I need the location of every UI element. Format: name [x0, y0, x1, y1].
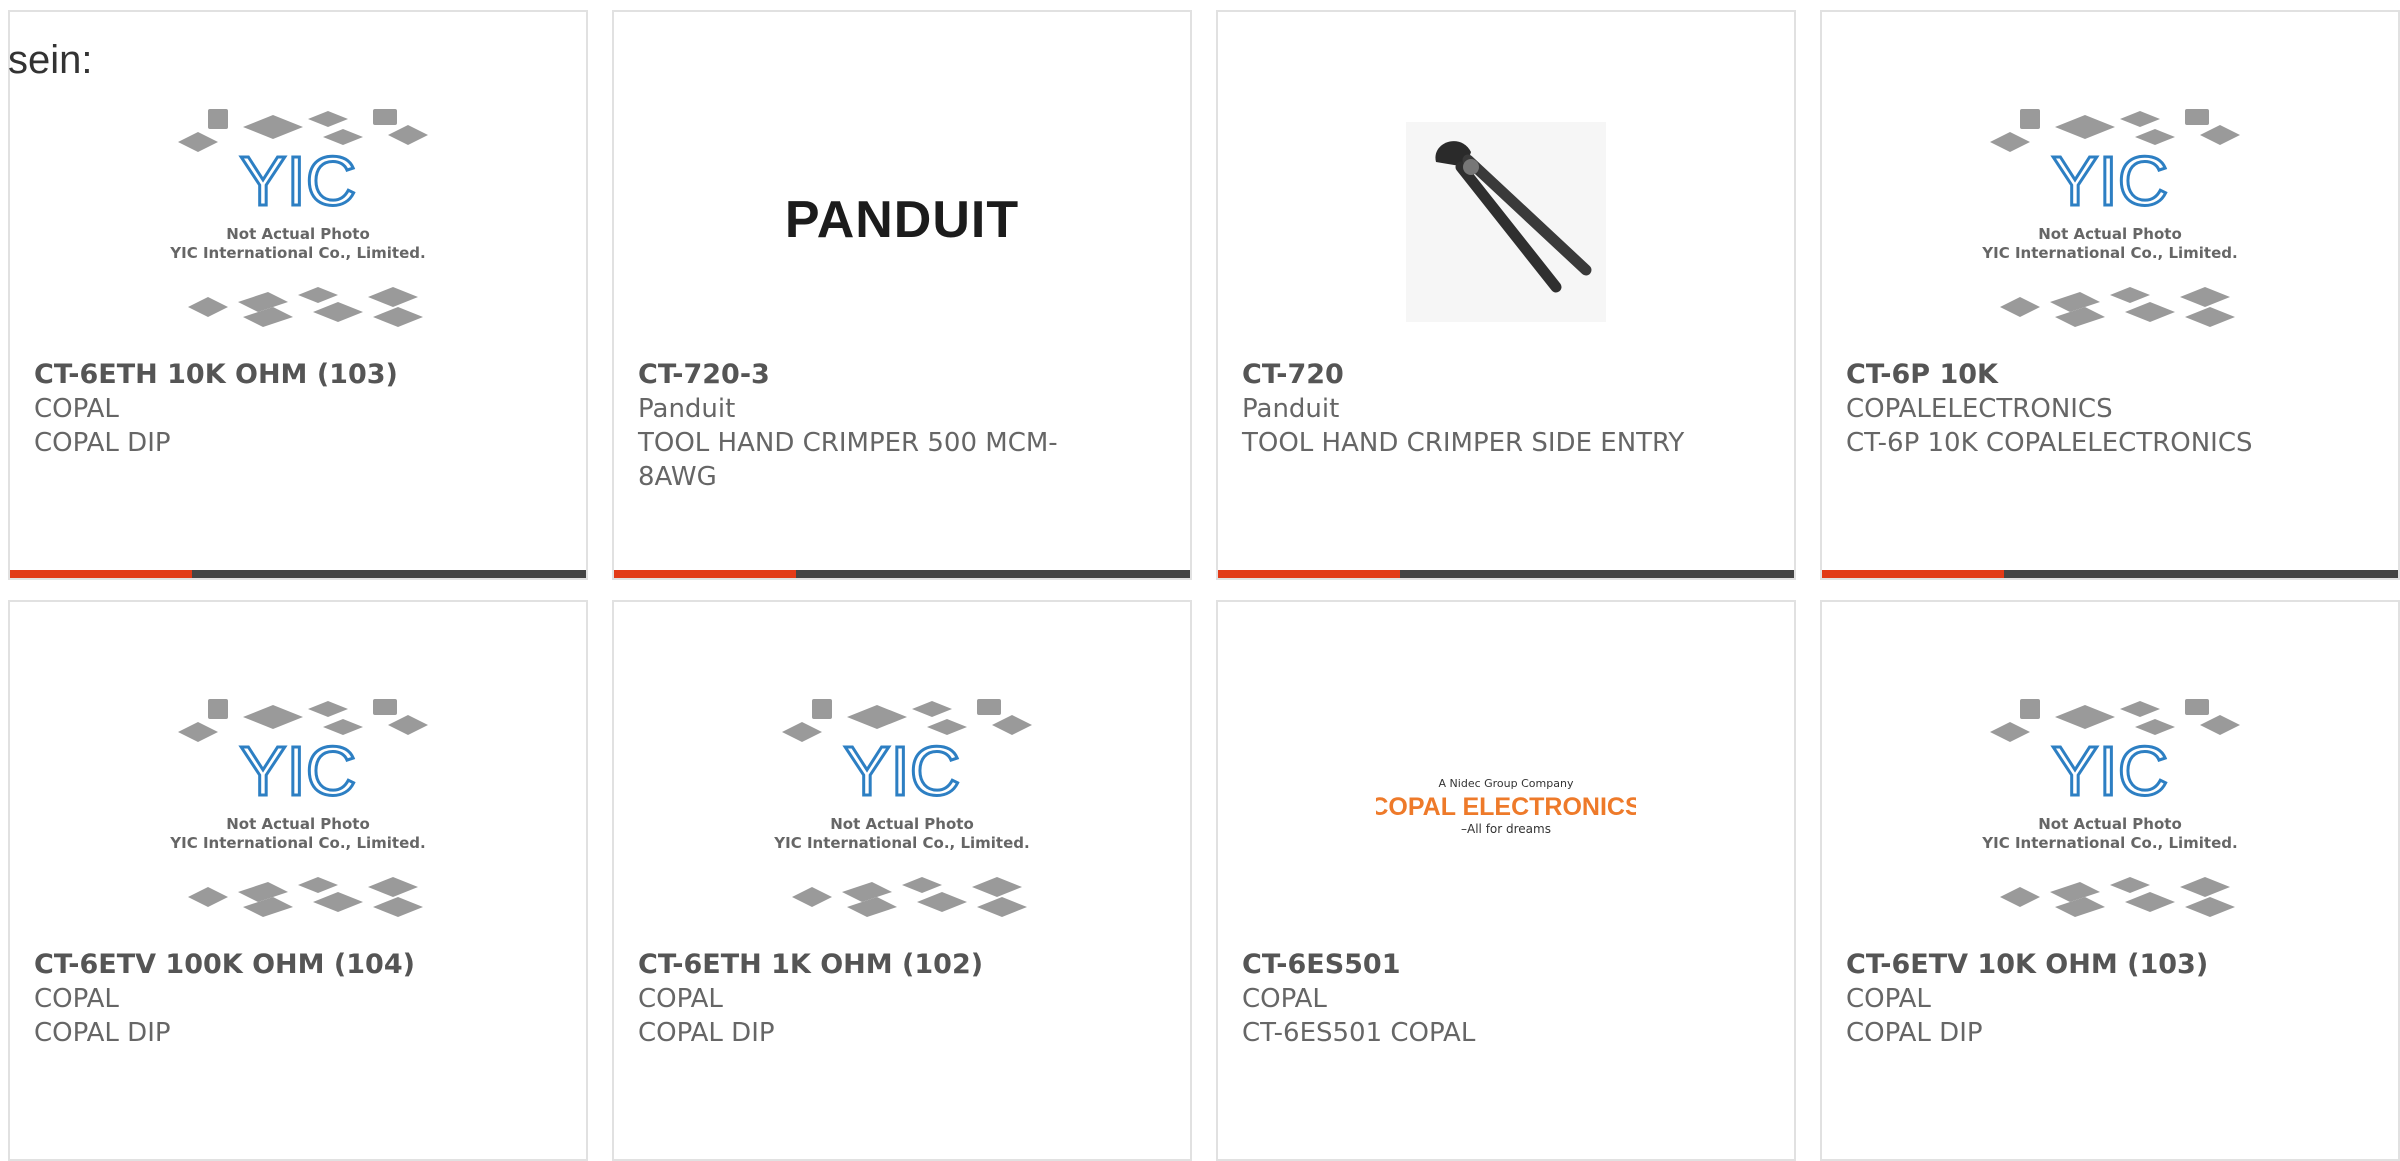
- product-card[interactable]: YIC Not Actual Photo YIC International C…: [8, 10, 588, 580]
- svg-text:Not Actual Photo: Not Actual Photo: [226, 225, 370, 243]
- product-card[interactable]: YIC Not Actual Photo YIC International C…: [1820, 600, 2400, 1161]
- yic-logo: YIC: [2052, 732, 2169, 810]
- product-image[interactable]: YIC Not Actual Photo YIC International C…: [1822, 682, 2398, 942]
- placeholder-image: YIC Not Actual Photo YIC International C…: [169, 699, 428, 917]
- product-info: CT-6ES501 COPAL CT-6ES501 COPAL: [1242, 948, 1770, 1050]
- part-number[interactable]: CT-6ETV 100K OHM (104): [34, 948, 562, 982]
- card-bar: [1822, 570, 2398, 578]
- product-card[interactable]: PANDUIT CT-720-3 Panduit TOOL HAND CRIMP…: [612, 10, 1192, 580]
- product-image[interactable]: YIC Not Actual Photo YIC International C…: [1822, 92, 2398, 352]
- section-heading: sein:: [8, 38, 93, 82]
- svg-text:YIC International Co., Limited: YIC International Co., Limited.: [1981, 834, 2237, 852]
- part-number[interactable]: CT-6P 10K: [1846, 358, 2374, 392]
- svg-text:Not Actual Photo: Not Actual Photo: [226, 815, 370, 833]
- card-bar-accent: [1218, 570, 1400, 578]
- svg-text:–All for dreams: –All for dreams: [1461, 822, 1551, 836]
- manufacturer: COPAL: [34, 394, 119, 424]
- product-card[interactable]: YIC Not Actual Photo YIC International C…: [1820, 10, 2400, 580]
- product-info: CT-6ETV 10K OHM (103) COPAL COPAL DIP: [1846, 948, 2374, 1050]
- card-bar-accent: [1822, 570, 2004, 578]
- placeholder-image: YIC Not Actual Photo YIC International C…: [1981, 109, 2240, 327]
- svg-text:Not Actual Photo: Not Actual Photo: [830, 815, 974, 833]
- yic-logo: YIC: [240, 732, 357, 810]
- product-image[interactable]: A Nidec Group Company COPAL ELECTRONICS …: [1218, 682, 1794, 942]
- svg-text:PANDUIT: PANDUIT: [785, 191, 1019, 249]
- description: CT-6ES501 COPAL: [1242, 1018, 1476, 1048]
- svg-text:YIC International Co., Limited: YIC International Co., Limited.: [1981, 244, 2237, 262]
- svg-text:Not Actual Photo: Not Actual Photo: [2038, 815, 2182, 833]
- part-number[interactable]: CT-6ETV 10K OHM (103): [1846, 948, 2374, 982]
- product-image[interactable]: YIC Not Actual Photo YIC International C…: [614, 682, 1190, 942]
- manufacturer: COPALELECTRONICS: [1846, 394, 2113, 424]
- description: COPAL DIP: [638, 1018, 775, 1048]
- manufacturer: Panduit: [1242, 394, 1340, 424]
- product-info: CT-6ETH 1K OHM (102) COPAL COPAL DIP: [638, 948, 1166, 1050]
- product-info: CT-6P 10K COPALELECTRONICS CT-6P 10K COP…: [1846, 358, 2374, 460]
- yic-logo: YIC: [844, 732, 961, 810]
- product-card[interactable]: A Nidec Group Company COPAL ELECTRONICS …: [1216, 600, 1796, 1161]
- placeholder-image: YIC Not Actual Photo YIC International C…: [1981, 699, 2240, 917]
- crimper-photo: [1406, 122, 1606, 322]
- description: COPAL DIP: [1846, 1018, 1983, 1048]
- card-bar: [10, 570, 586, 578]
- part-number[interactable]: CT-6ES501: [1242, 948, 1770, 982]
- copal-logo: A Nidec Group Company COPAL ELECTRONICS …: [1376, 777, 1636, 836]
- card-bar-accent: [10, 570, 192, 578]
- placeholder-image: YIC Not Actual Photo YIC International C…: [169, 109, 428, 327]
- placeholder-image: YIC Not Actual Photo YIC International C…: [773, 699, 1032, 917]
- description: CT-6P 10K COPALELECTRONICS: [1846, 428, 2253, 458]
- svg-text:COPAL ELECTRONICS: COPAL ELECTRONICS: [1376, 793, 1636, 821]
- product-image[interactable]: YIC Not Actual Photo YIC International C…: [10, 682, 586, 942]
- description: COPAL DIP: [34, 428, 171, 458]
- card-bar: [1218, 570, 1794, 578]
- product-info: CT-720 Panduit TOOL HAND CRIMPER SIDE EN…: [1242, 358, 1770, 460]
- product-image[interactable]: PANDUIT: [614, 92, 1190, 352]
- manufacturer: COPAL: [638, 984, 723, 1014]
- yic-logo: YIC: [2052, 142, 2169, 220]
- svg-text:YIC International Co., Limited: YIC International Co., Limited.: [773, 834, 1029, 852]
- svg-text:A Nidec Group Company: A Nidec Group Company: [1439, 777, 1574, 790]
- panduit-logo: PANDUIT: [785, 191, 1019, 249]
- description: COPAL DIP: [34, 1018, 171, 1048]
- yic-logo: YIC: [240, 142, 357, 220]
- manufacturer: COPAL: [1846, 984, 1931, 1014]
- product-grid: YIC Not Actual Photo YIC International C…: [0, 0, 2400, 1161]
- svg-text:YIC International Co., Limited: YIC International Co., Limited.: [169, 244, 425, 262]
- description: TOOL HAND CRIMPER SIDE ENTRY: [1242, 428, 1685, 458]
- product-image[interactable]: [1218, 92, 1794, 352]
- card-bar-accent: [614, 570, 796, 578]
- part-number[interactable]: CT-720-3: [638, 358, 1166, 392]
- svg-text:YIC International Co., Limited: YIC International Co., Limited.: [169, 834, 425, 852]
- product-image[interactable]: YIC Not Actual Photo YIC International C…: [10, 92, 586, 352]
- product-info: CT-6ETV 100K OHM (104) COPAL COPAL DIP: [34, 948, 562, 1050]
- svg-text:Not Actual Photo: Not Actual Photo: [2038, 225, 2182, 243]
- product-info: CT-720-3 Panduit TOOL HAND CRIMPER 500 M…: [638, 358, 1166, 494]
- product-info: CT-6ETH 10K OHM (103) COPAL COPAL DIP: [34, 358, 562, 460]
- manufacturer: COPAL: [1242, 984, 1327, 1014]
- product-card[interactable]: CT-720 Panduit TOOL HAND CRIMPER SIDE EN…: [1216, 10, 1796, 580]
- product-card[interactable]: YIC Not Actual Photo YIC International C…: [8, 600, 588, 1161]
- part-number[interactable]: CT-6ETH 10K OHM (103): [34, 358, 562, 392]
- card-bar: [614, 570, 1190, 578]
- description: TOOL HAND CRIMPER 500 MCM-8AWG: [638, 428, 1058, 492]
- manufacturer: COPAL: [34, 984, 119, 1014]
- part-number[interactable]: CT-6ETH 1K OHM (102): [638, 948, 1166, 982]
- product-card[interactable]: YIC Not Actual Photo YIC International C…: [612, 600, 1192, 1161]
- part-number[interactable]: CT-720: [1242, 358, 1770, 392]
- manufacturer: Panduit: [638, 394, 736, 424]
